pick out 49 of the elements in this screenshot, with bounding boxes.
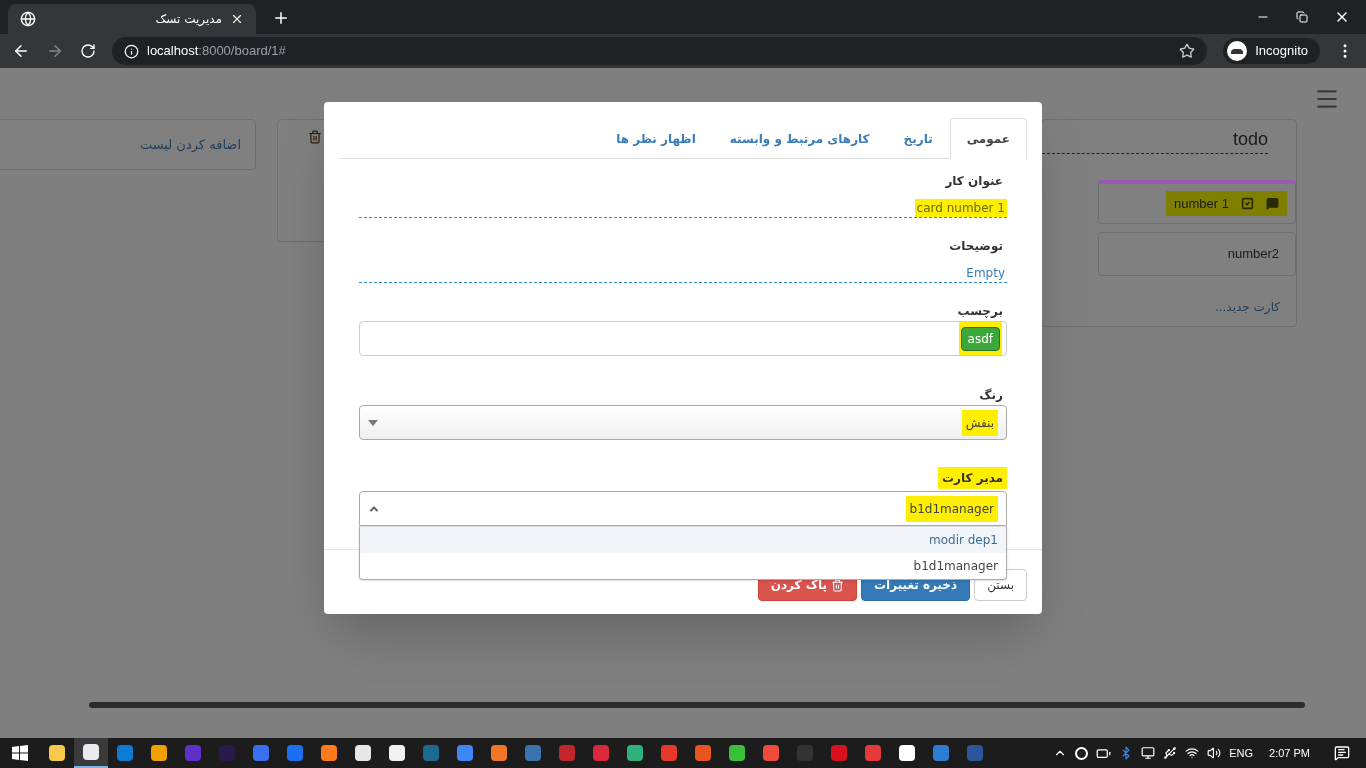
field-label: توضیحات — [948, 238, 1004, 254]
tab-title: مدیریت تسک — [154, 11, 222, 28]
tab[interactable]: تاریخ — [886, 118, 950, 159]
forward-icon[interactable] — [46, 42, 64, 60]
card-title: number2 — [1227, 245, 1279, 264]
tag-input-field[interactable]: asdf — [359, 321, 1007, 356]
task-card[interactable]: number2 — [1098, 232, 1296, 276]
windows-icon — [12, 745, 28, 761]
scrollbar[interactable] — [89, 702, 1305, 708]
taskbar-app-icon[interactable] — [74, 738, 108, 768]
new-tab-icon[interactable] — [272, 9, 290, 27]
field-label: رنگ — [978, 387, 1004, 403]
tag-chip: asdf — [960, 327, 1000, 351]
back-icon[interactable] — [12, 42, 30, 60]
add-list-card[interactable]: اضافه کردن لیست — [0, 119, 256, 170]
editable-field[interactable]: card number 1 — [359, 197, 1007, 218]
monitor-icon[interactable] — [1141, 746, 1156, 760]
speaker-icon[interactable] — [1207, 746, 1222, 760]
tab[interactable]: کارهای مرتبط و وابسته — [712, 118, 887, 159]
info-icon — [124, 43, 139, 59]
new-card-link[interactable]: کارت جدید... — [1214, 298, 1280, 316]
url-text: localhost:8000/board/1# — [147, 42, 286, 61]
select-field[interactable]: b1d1manager — [359, 491, 1007, 526]
language-indicator[interactable]: ENG — [1229, 744, 1254, 762]
tab[interactable]: اظهار نظر ها — [599, 118, 713, 159]
dropdown-option[interactable]: modir dep1 — [360, 527, 1006, 553]
field-label: برچسب — [956, 303, 1004, 319]
card-title: number 1 — [1174, 194, 1229, 213]
address-bar[interactable]: localhost:8000/board/1# — [112, 37, 1208, 65]
notifications-icon[interactable] — [1334, 745, 1350, 761]
restore-icon[interactable] — [1296, 11, 1308, 23]
trash-icon[interactable] — [308, 130, 322, 144]
bookmark-star-icon[interactable] — [1179, 43, 1196, 59]
field-label: مدیر کارت — [938, 467, 1007, 489]
clock[interactable]: 2:07 PM — [1261, 744, 1318, 762]
profile-chip[interactable]: Incognito — [1223, 38, 1320, 64]
globe-icon — [20, 11, 36, 27]
browser-tab[interactable]: مدیریت تسک — [8, 4, 256, 34]
select-field[interactable]: بنفش — [359, 405, 1007, 440]
editable-field[interactable]: Empty — [359, 262, 1007, 283]
wifi-icon[interactable] — [1185, 746, 1200, 760]
list-title: todo — [1232, 128, 1268, 151]
tab[interactable]: عمومی — [949, 118, 1027, 159]
reload-icon[interactable] — [80, 43, 96, 59]
field-label: عنوان کار — [944, 173, 1004, 189]
close-icon[interactable] — [230, 12, 244, 26]
incognito-icon — [1227, 41, 1248, 61]
task-card[interactable]: number 1 — [1098, 180, 1296, 224]
usb-icon[interactable] — [1163, 746, 1178, 760]
